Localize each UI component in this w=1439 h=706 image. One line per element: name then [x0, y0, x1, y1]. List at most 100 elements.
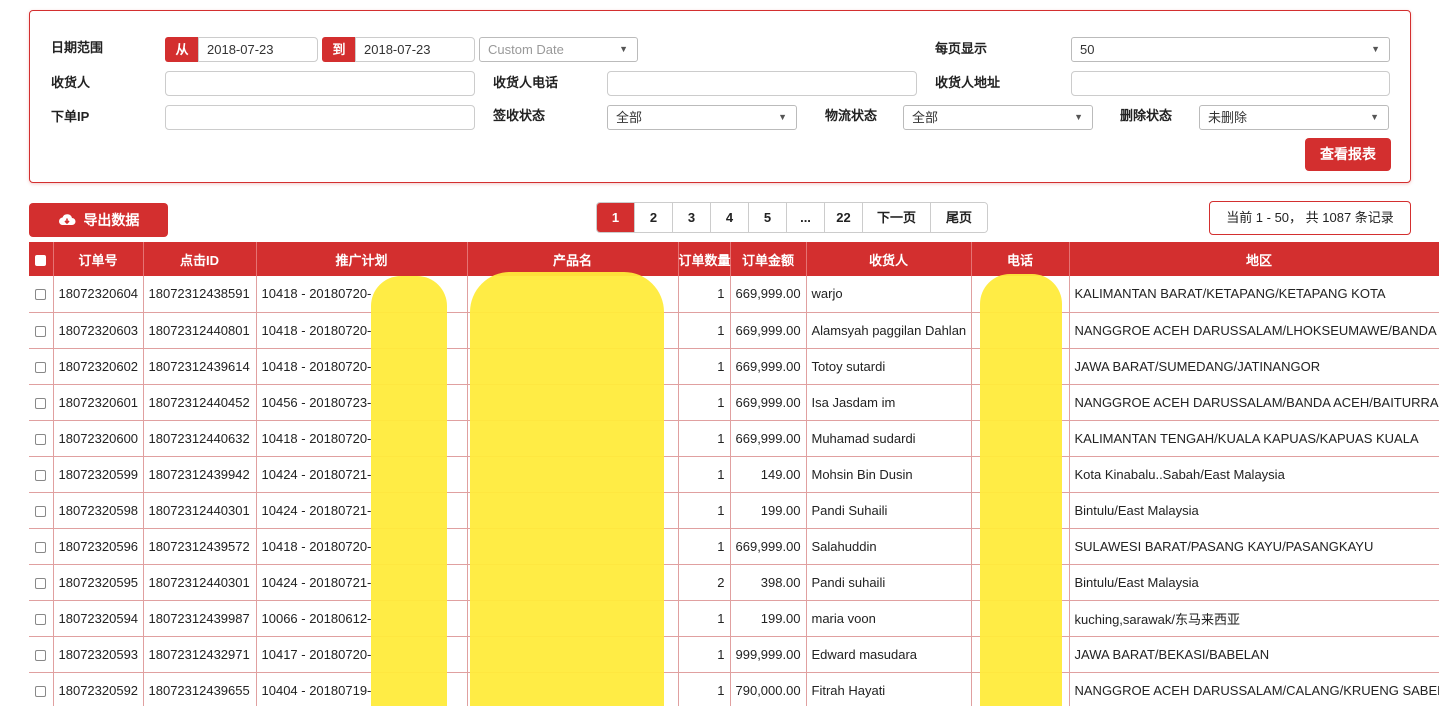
table-row[interactable]: 18072320596 18072312439572 10418 - 2018072… — [29, 528, 1439, 565]
last-page-button[interactable]: 尾页 — [931, 203, 987, 232]
page-4[interactable]: 4 — [711, 203, 749, 232]
col-phone[interactable]: 电话 — [971, 242, 1070, 276]
cell-region: SULAWESI BARAT/PASANG KAYU/PASANGKAYU — [1069, 528, 1439, 565]
page-1[interactable]: 1 — [597, 203, 635, 232]
per-page-label: 每页显示 — [935, 41, 988, 56]
sign-status-select[interactable]: 全部 ▼ — [607, 105, 797, 130]
col-region[interactable]: 地区 — [1069, 242, 1439, 276]
per-page-value: 50 — [1080, 42, 1095, 57]
cell-amount: 669,999.00 — [730, 348, 807, 385]
delete-status-value: 未删除 — [1208, 110, 1248, 125]
query-report-button[interactable]: 查看报表 — [1305, 138, 1391, 171]
row-checkbox[interactable] — [29, 636, 54, 673]
per-page-select[interactable]: 50 ▼ — [1071, 37, 1390, 62]
chevron-down-icon: ▼ — [1074, 112, 1083, 122]
table-row[interactable]: 18072320602 18072312439614 10418 - 2018072… — [29, 348, 1439, 385]
cell-click-id: 18072312432971 — [143, 636, 257, 673]
table-row[interactable]: 18072320599 18072312439942 10424 - 2018072… — [29, 456, 1439, 493]
col-campaign[interactable]: 推广计划 — [256, 242, 468, 276]
date-from-input[interactable]: 2018-07-23 — [198, 37, 318, 62]
row-checkbox[interactable] — [29, 456, 54, 493]
logistics-status-select[interactable]: 全部 ▼ — [903, 105, 1093, 130]
cell-click-id: 18072312440801 — [143, 312, 257, 349]
cell-click-id: 18072312439572 — [143, 528, 257, 565]
table-row[interactable]: 18072320598 18072312440301 10424 - 2018072… — [29, 492, 1439, 529]
row-checkbox[interactable] — [29, 492, 54, 529]
cell-quantity: 1 — [678, 600, 731, 637]
records-summary: 当前 1 - 50， 共 1087 条记录 — [1209, 201, 1411, 235]
cell-receiver: Salahuddin — [806, 528, 972, 565]
delete-status-select[interactable]: 未删除 ▼ — [1199, 105, 1389, 130]
cell-region: NANGGROE ACEH DARUSSALAM/BANDA ACEH/BAIT… — [1069, 384, 1439, 421]
row-checkbox[interactable] — [29, 564, 54, 601]
row-checkbox[interactable] — [29, 276, 54, 313]
cell-region: NANGGROE ACEH DARUSSALAM/LHOKSEUMAWE/BAN… — [1069, 312, 1439, 349]
cell-region: Bintulu/East Malaysia — [1069, 492, 1439, 529]
page-5[interactable]: 5 — [749, 203, 787, 232]
chevron-down-icon: ▼ — [778, 112, 787, 122]
table-row[interactable]: 18072320603 18072312440801 10418 - 2018072… — [29, 312, 1439, 349]
cell-amount: 398.00 — [730, 564, 807, 601]
cell-order-id: 18072320595 — [53, 564, 144, 601]
cell-order-id: 18072320598 — [53, 492, 144, 529]
cell-quantity: 1 — [678, 456, 731, 493]
cell-quantity: 1 — [678, 528, 731, 565]
cell-amount: 669,999.00 — [730, 420, 807, 457]
table-row[interactable]: 18072320595 18072312440301 10424 - 2018072… — [29, 564, 1439, 601]
row-checkbox[interactable] — [29, 348, 54, 385]
page-2[interactable]: 2 — [635, 203, 673, 232]
cell-receiver: Fitrah Hayati — [806, 672, 972, 706]
receiver-address-label: 收货人地址 — [935, 75, 1001, 90]
table-row[interactable]: 18072320592 18072312439655 10404 - 2018071… — [29, 672, 1439, 706]
cell-click-id: 18072312438591 — [143, 276, 257, 313]
logistics-status-label: 物流状态 — [825, 108, 878, 123]
export-data-button[interactable]: 导出数据 — [29, 203, 168, 237]
col-product[interactable]: 产品名 — [467, 242, 679, 276]
date-to-input[interactable]: 2018-07-23 — [355, 37, 475, 62]
col-receiver[interactable]: 收货人 — [806, 242, 972, 276]
receiver-input[interactable] — [165, 71, 475, 96]
row-checkbox[interactable] — [29, 600, 54, 637]
cell-quantity: 1 — [678, 672, 731, 706]
row-checkbox[interactable] — [29, 312, 54, 349]
cell-quantity: 1 — [678, 420, 731, 457]
table-row[interactable]: 18072320594 18072312439987 10066 - 2018061… — [29, 600, 1439, 637]
page-3[interactable]: 3 — [673, 203, 711, 232]
logistics-status-value: 全部 — [912, 110, 939, 125]
cell-amount: 999,999.00 — [730, 636, 807, 673]
table-row[interactable]: 18072320593 18072312432971 10417 - 2018072… — [29, 636, 1439, 673]
receiver-address-input[interactable] — [1071, 71, 1390, 96]
row-checkbox[interactable] — [29, 672, 54, 706]
cell-order-id: 18072320594 — [53, 600, 144, 637]
table-row[interactable]: 18072320604 18072312438591 10418 - 2018072… — [29, 276, 1439, 313]
row-checkbox[interactable] — [29, 384, 54, 421]
table-row[interactable]: 18072320600 18072312440632 10418 - 2018072… — [29, 420, 1439, 457]
receiver-phone-input[interactable] — [607, 71, 917, 96]
cell-order-id: 18072320600 — [53, 420, 144, 457]
receiver-label: 收货人 — [51, 75, 91, 90]
table-row[interactable]: 18072320601 18072312440452 10456 - 2018072… — [29, 384, 1439, 421]
select-all-checkbox[interactable] — [29, 242, 54, 276]
cell-amount: 199.00 — [730, 492, 807, 529]
row-checkbox[interactable] — [29, 420, 54, 457]
from-tag: 从 — [165, 37, 199, 62]
cell-quantity: 2 — [678, 564, 731, 601]
cell-region: Kota Kinabalu..Sabah/East Malaysia — [1069, 456, 1439, 493]
cell-region: JAWA BARAT/SUMEDANG/JATINANGOR — [1069, 348, 1439, 385]
cell-amount: 199.00 — [730, 600, 807, 637]
col-click-id[interactable]: 点击ID — [143, 242, 257, 276]
page-22[interactable]: 22 — [825, 203, 863, 232]
custom-date-select[interactable]: Custom Date ▼ — [479, 37, 638, 62]
next-page-button[interactable]: 下一页 — [863, 203, 931, 232]
row-checkbox[interactable] — [29, 528, 54, 565]
col-amount[interactable]: 订单金额 — [730, 242, 807, 276]
order-ip-input[interactable] — [165, 105, 475, 130]
cell-region: kuching,sarawak/东马来西亚 — [1069, 600, 1439, 637]
col-quantity[interactable]: 订单数量 — [678, 242, 731, 276]
col-order-id[interactable]: 订单号 — [53, 242, 144, 276]
cloud-download-icon — [58, 214, 76, 225]
cell-receiver: Alamsyah paggilan Dahlan — [806, 312, 972, 349]
custom-date-placeholder: Custom Date — [488, 42, 564, 57]
cell-amount: 669,999.00 — [730, 528, 807, 565]
cell-receiver: Muhamad sudardi — [806, 420, 972, 457]
